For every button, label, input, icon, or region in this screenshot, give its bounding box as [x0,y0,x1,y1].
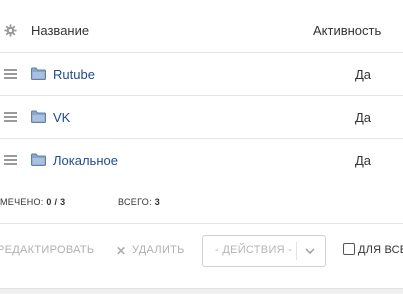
close-icon: ✕ [116,244,127,258]
total-count-value: 3 [154,197,161,207]
drag-handle-icon[interactable] [4,69,17,79]
column-header-name[interactable]: Название [31,23,89,38]
gear-icon[interactable] [4,24,17,37]
list-panel: Название Активность Rutube Да VK Да Лока… [0,0,403,294]
folder-icon [31,67,46,80]
selected-count-value: 0 / 3 [46,197,66,207]
drag-handle-icon[interactable] [4,155,17,165]
row-name-link[interactable]: Локальное [53,153,118,168]
total-count: ВСЕГО: 3 [118,197,160,207]
actions-select-value: - ДЕЙСТВИЯ - [215,244,293,256]
actions-select[interactable]: - ДЕЙСТВИЯ - [202,235,326,267]
for-all-label[interactable]: ДЛЯ ВСЕХ [358,244,403,256]
table-row: Rutube Да [0,53,403,96]
bulk-actions-toolbar: РЕДАКТИРОВАТЬ ✕ УДАЛИТЬ - ДЕЙСТВИЯ - ДЛЯ… [0,224,403,294]
bottom-divider [0,288,403,294]
selected-count-label: МЕЧЕНО: [0,197,44,207]
row-active-value: Да [355,67,372,82]
for-all-checkbox[interactable] [343,243,355,255]
delete-button[interactable]: УДАЛИТЬ [132,244,185,256]
selected-count: МЕЧЕНО: 0 / 3 [0,197,65,207]
list-summary: МЕЧЕНО: 0 / 3 ВСЕГО: 3 [0,181,403,224]
edit-button[interactable]: РЕДАКТИРОВАТЬ [0,244,94,256]
row-name-link[interactable]: Rutube [53,67,95,82]
drag-handle-icon[interactable] [4,112,17,122]
chevron-down-icon [305,248,315,254]
folder-icon [31,153,46,166]
table-header: Название Активность [0,0,403,53]
table-row: Локальное Да [0,139,403,182]
row-active-value: Да [355,153,372,168]
total-count-label: ВСЕГО: [118,197,152,207]
row-name-link[interactable]: VK [53,110,70,125]
column-header-active[interactable]: Активность [313,23,381,38]
table-row: VK Да [0,96,403,139]
folder-icon [31,110,46,123]
row-active-value: Да [355,110,372,125]
select-divider [296,242,297,260]
